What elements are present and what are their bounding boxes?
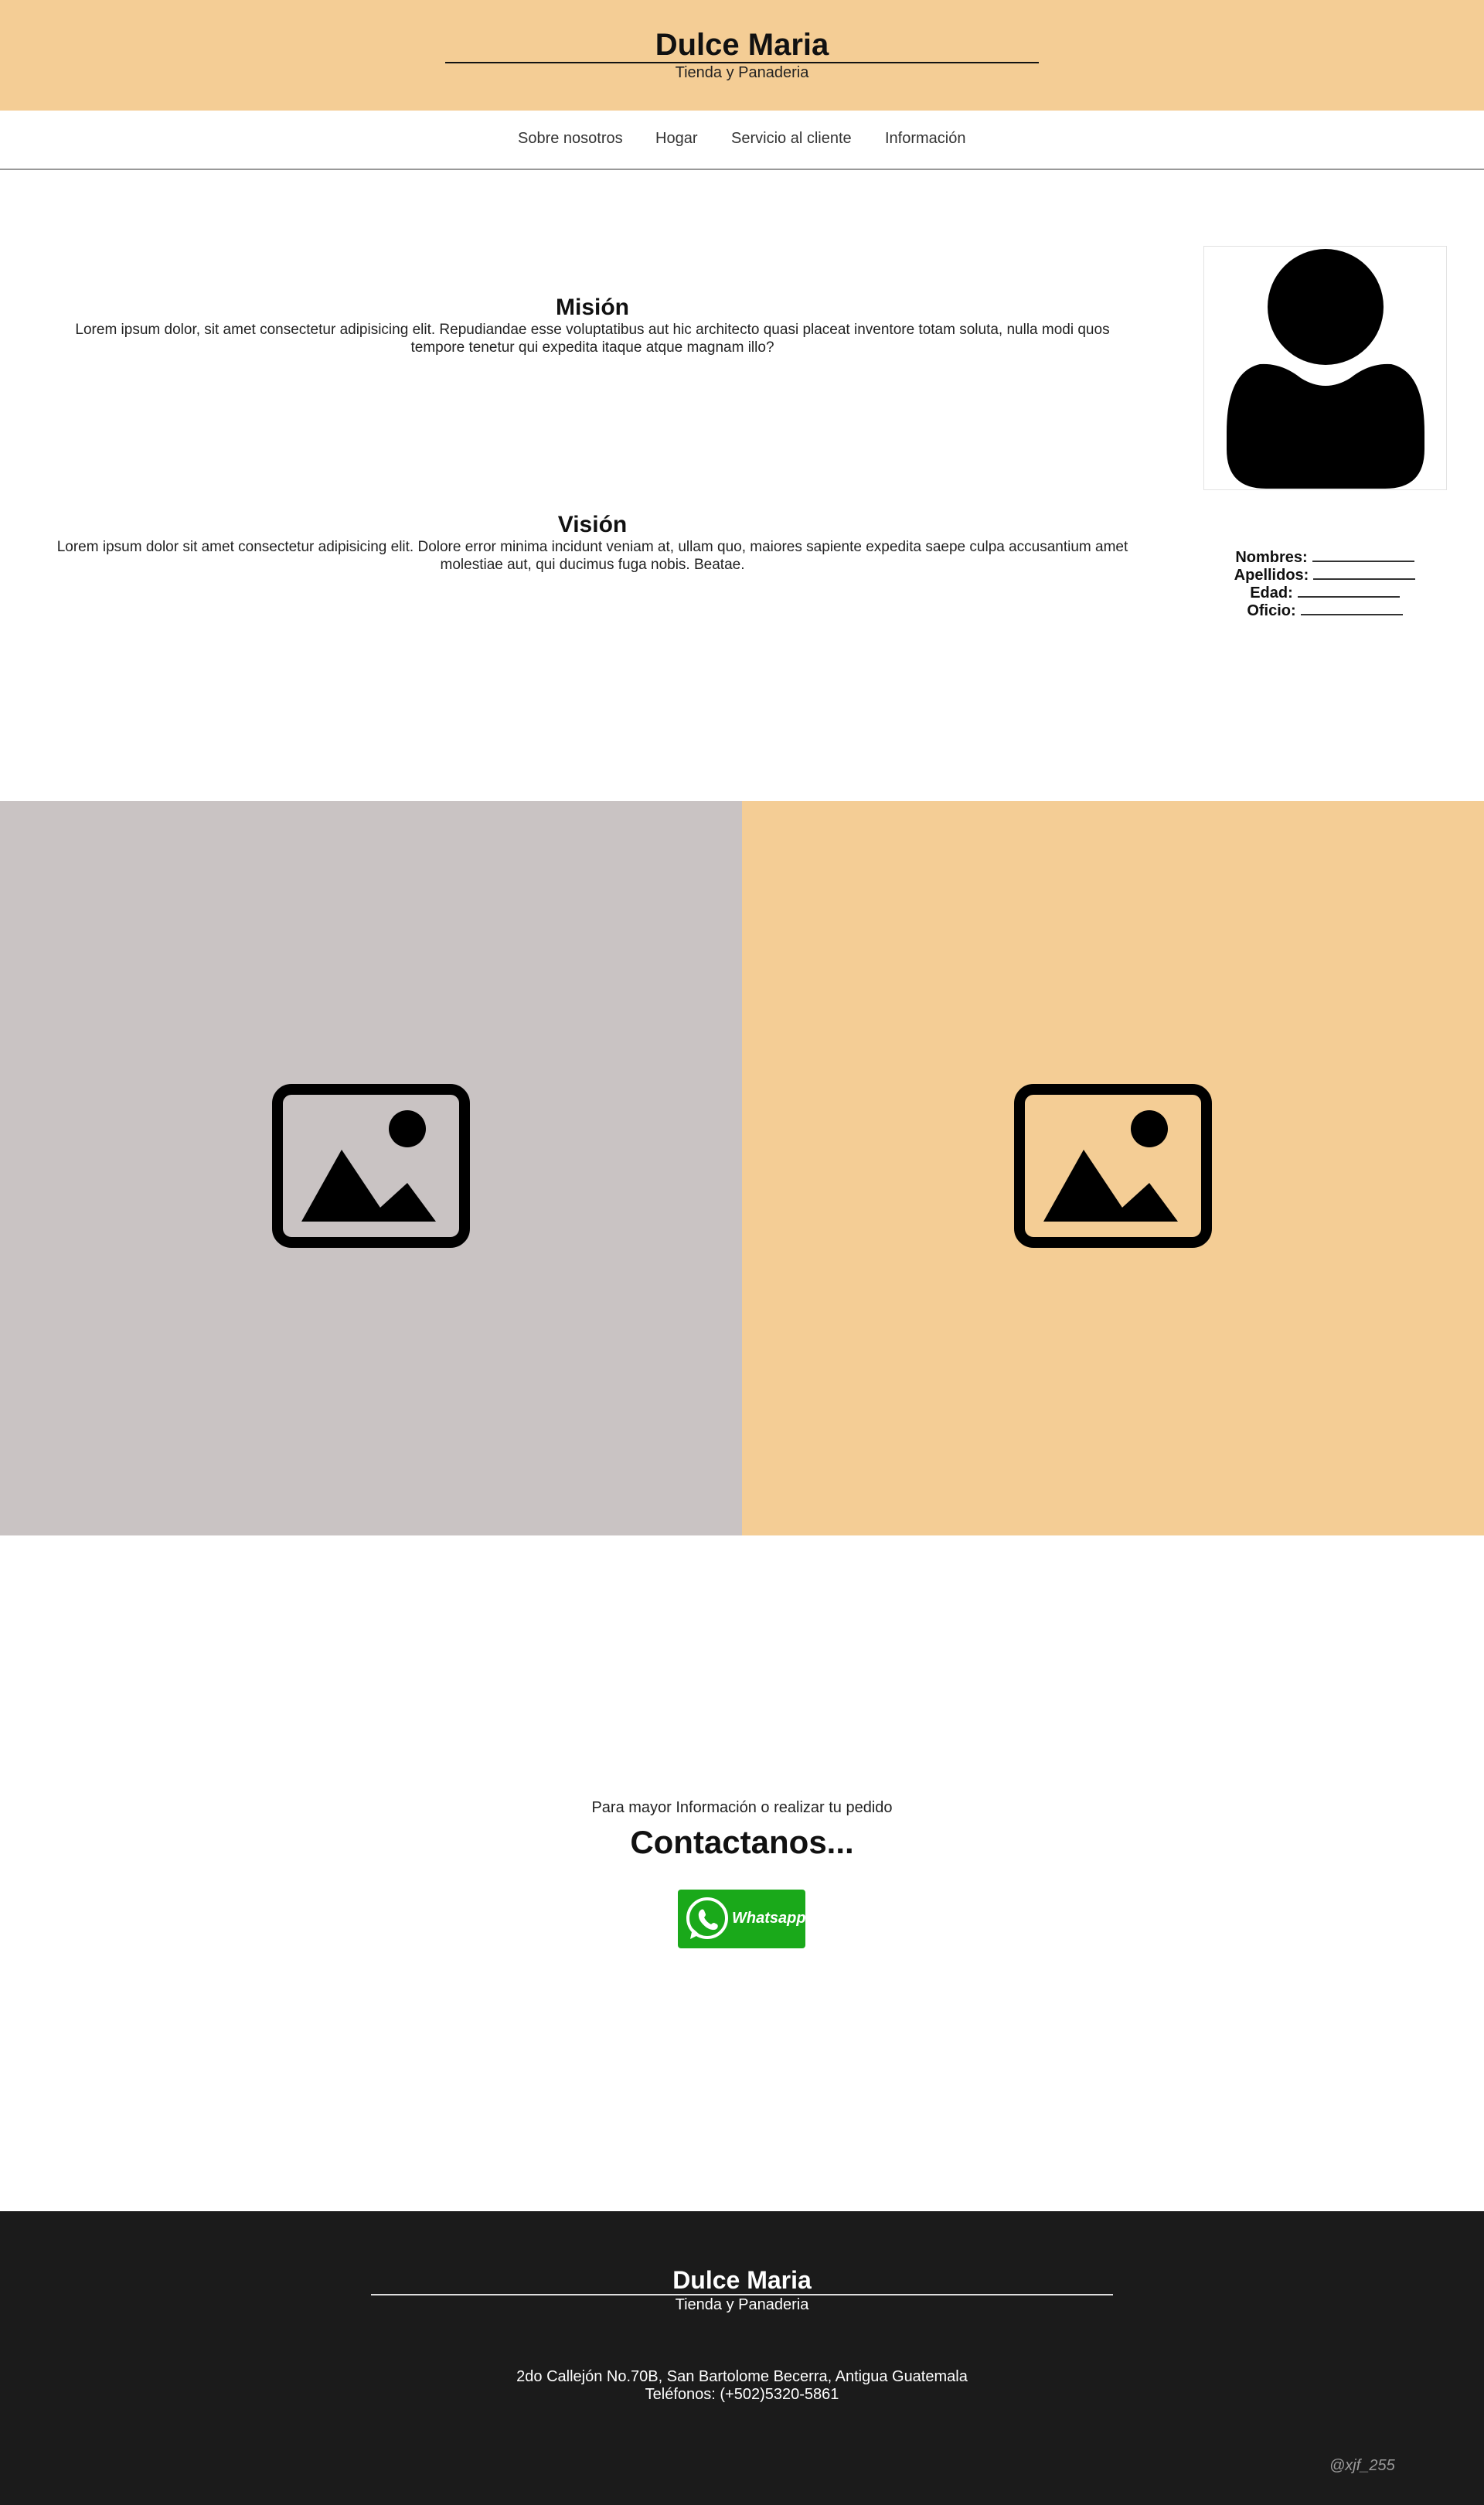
nav-item-servicio-al-cliente[interactable]: Servicio al cliente (731, 129, 852, 148)
brand-subtitle: Tienda y Panaderia (675, 64, 809, 81)
image-placeholder-icon (1014, 1084, 1212, 1248)
site-header: Dulce Maria Tienda y Panaderia (0, 0, 1484, 111)
site-footer: Dulce Maria Tienda y Panaderia 2do Calle… (0, 2211, 1484, 2505)
nav-item-sobre-nosotros[interactable]: Sobre nosotros (518, 129, 623, 148)
field-label: Nombres: (1235, 549, 1308, 566)
mission-text: Lorem ipsum dolor, sit amet consectetur … (75, 322, 1110, 356)
profile-field-edad: Edad: (1190, 584, 1459, 602)
brand-title: Dulce Maria (655, 28, 829, 62)
main-nav: Sobre nosotros Hogar Servicio al cliente… (0, 111, 1484, 170)
footer-title: Dulce Maria (672, 2266, 812, 2294)
footer-phones: Teléfonos: (+502)5320-5861 (645, 2386, 839, 2403)
blank-line (1297, 585, 1400, 598)
whatsapp-icon (686, 1897, 728, 1939)
profile-field-nombres: Nombres: (1190, 549, 1459, 567)
gallery-panel-left (0, 801, 742, 1535)
contact-intro: Para mayor Información o realizar tu ped… (591, 1799, 893, 1816)
profile-field-apellidos: Apellidos: (1190, 567, 1459, 584)
vision-text: Lorem ipsum dolor sit amet consectetur a… (56, 539, 1128, 573)
blank-line (1313, 567, 1416, 580)
field-label: Apellidos: (1234, 567, 1309, 584)
image-placeholder-icon (272, 1084, 470, 1248)
contact-title: Contactanos... (630, 1824, 854, 1860)
footer-subtitle: Tienda y Panaderia (675, 2296, 809, 2313)
field-label: Edad: (1250, 584, 1293, 602)
footer-address: 2do Callejón No.70B, San Bartolome Becer… (516, 2368, 968, 2385)
profile-field-oficio: Oficio: (1190, 602, 1459, 620)
nav-item-informacion[interactable]: Información (885, 129, 966, 148)
gallery-panel-right (742, 801, 1484, 1535)
footer-credit: @xjf_255 (1329, 2457, 1395, 2474)
user-avatar-icon (1227, 249, 1424, 489)
profile-avatar (1203, 246, 1447, 490)
blank-line (1300, 603, 1403, 615)
whatsapp-button[interactable]: Whatsapp (678, 1890, 806, 1948)
mission-title: Misión (556, 295, 629, 320)
whatsapp-label: Whatsapp (732, 1910, 806, 1927)
blank-line (1312, 550, 1414, 562)
vision-title: Visión (557, 512, 628, 537)
profile-fields: Nombres: Apellidos: Edad: Oficio: (1190, 549, 1459, 620)
nav-item-hogar[interactable]: Hogar (655, 129, 697, 148)
field-label: Oficio: (1247, 602, 1296, 619)
